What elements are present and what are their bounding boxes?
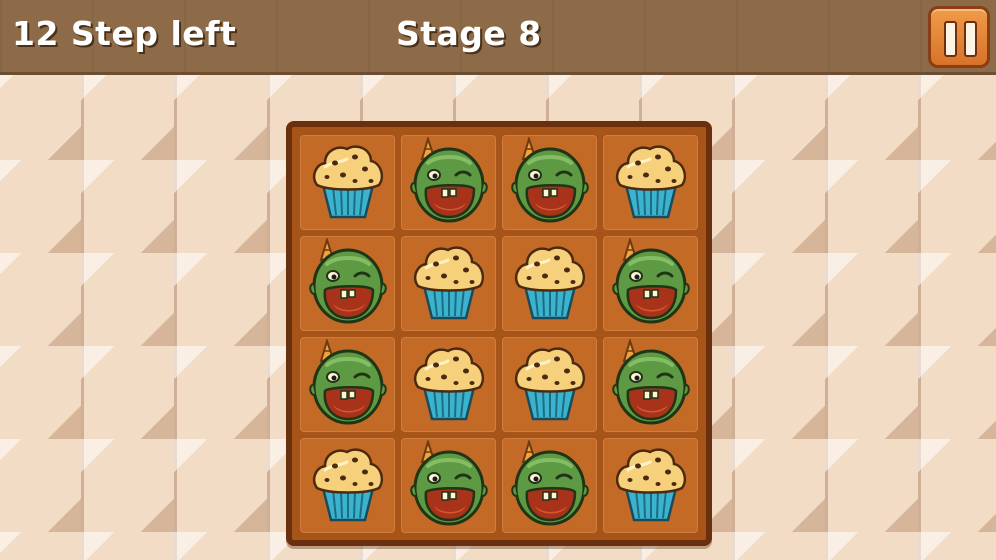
board-tile-zombie[interactable] [603,337,698,432]
board-tile-zombie[interactable] [603,236,698,331]
board-tile-zombie[interactable] [502,438,597,533]
board-tile-zombie[interactable] [300,236,395,331]
board-tile-muffin[interactable] [300,135,395,230]
zombie-icon [610,337,692,431]
stage-label: Stage 8 [396,14,542,53]
zombie-icon [509,438,591,532]
muffin-icon [307,440,389,532]
board-tile-muffin[interactable] [603,135,698,230]
tile-grid [300,135,698,533]
zombie-icon [610,236,692,330]
board-tile-muffin[interactable] [401,337,496,432]
zombie-icon [408,135,490,229]
zombie-icon [509,135,591,229]
board-tile-zombie[interactable] [401,438,496,533]
board-tile-zombie[interactable] [300,337,395,432]
steps-left-counter: 12 Step left [12,14,237,53]
zombie-icon [307,236,389,330]
board-tile-muffin[interactable] [502,337,597,432]
pause-button[interactable] [928,6,990,68]
board-tile-zombie[interactable] [502,135,597,230]
board-tile-muffin[interactable] [603,438,698,533]
zombie-icon [307,337,389,431]
muffin-icon [408,238,490,330]
board-tile-muffin[interactable] [401,236,496,331]
zombie-icon [408,438,490,532]
board-tile-muffin[interactable] [502,236,597,331]
muffin-icon [408,339,490,431]
muffin-icon [307,137,389,229]
muffin-icon [610,440,692,532]
game-board [286,121,712,546]
pause-icon-bar [964,21,977,57]
muffin-icon [509,238,591,330]
top-hud-bar: 12 Step left Stage 8 [0,0,996,75]
muffin-icon [610,137,692,229]
board-tile-muffin[interactable] [300,438,395,533]
muffin-icon [509,339,591,431]
board-tile-zombie[interactable] [401,135,496,230]
pause-icon [944,21,957,57]
